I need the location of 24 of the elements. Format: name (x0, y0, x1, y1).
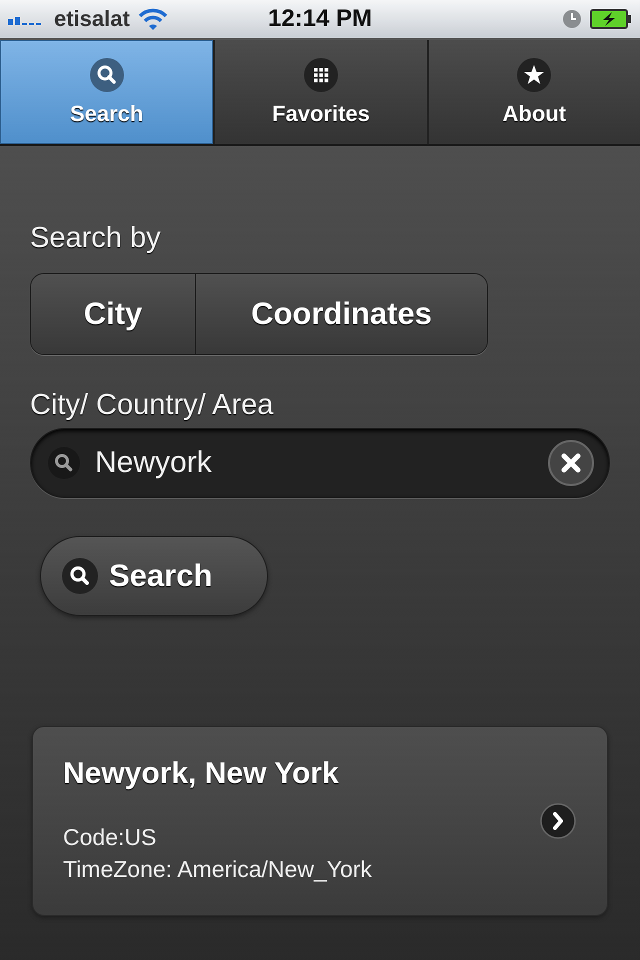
search-icon (88, 57, 125, 93)
clock-icon (562, 9, 582, 29)
clock-time: 12:14 PM (268, 5, 372, 32)
grid-icon (302, 57, 339, 93)
result-code: Code:US (63, 823, 158, 852)
carrier-name: etisalat (54, 6, 130, 32)
battery-icon (590, 9, 632, 29)
search-field[interactable]: Newyork (30, 428, 610, 498)
section-label: Search by (30, 222, 162, 255)
search-input[interactable]: Newyork (95, 446, 533, 480)
result-timezone: TimeZone: America/New_York (63, 855, 373, 884)
field-label: City/ Country/ Area (30, 389, 274, 422)
search-button[interactable]: Search (40, 536, 268, 616)
segment-option[interactable]: Coordinates (195, 274, 487, 354)
segment-option[interactable]: City (31, 274, 195, 354)
tab[interactable]: Favorites (215, 40, 427, 144)
chevron-icon (539, 802, 577, 840)
wifi-icon (138, 8, 168, 30)
result-card[interactable]: Newyork, New York Code:US TimeZone: America/New_York (32, 726, 608, 916)
search-icon (47, 446, 81, 480)
result-title: Newyork, New York (63, 757, 340, 791)
clear-icon[interactable] (547, 439, 595, 487)
tab[interactable]: About (428, 40, 640, 144)
search-icon (61, 557, 99, 595)
